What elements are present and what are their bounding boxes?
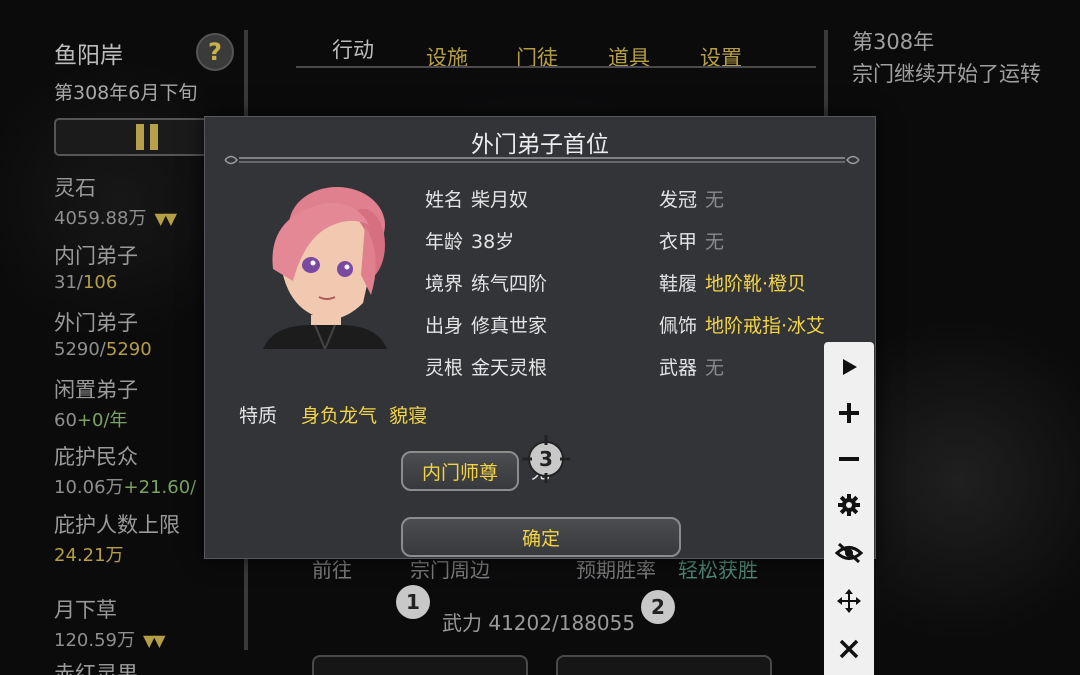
resource-idle-disciples: 闲置弟子 60+0/年 bbox=[54, 374, 138, 432]
marker-1: 1 bbox=[396, 585, 430, 619]
resource-label: 闲置弟子 bbox=[54, 378, 138, 402]
resource-value: 4059.88万 bbox=[54, 208, 147, 229]
move-icon[interactable] bbox=[824, 578, 874, 624]
equip-accessory[interactable]: 佩饰 地阶戒指·冰艾 bbox=[659, 311, 825, 338]
field-value: 练气四阶 bbox=[471, 273, 548, 295]
field-value: 柴月奴 bbox=[471, 189, 529, 211]
equip-shoes[interactable]: 鞋履 地阶靴·橙贝 bbox=[659, 269, 806, 296]
close-icon[interactable] bbox=[824, 626, 874, 672]
field-realm: 境界 练气四阶 bbox=[425, 269, 547, 296]
resource-value: 31/ bbox=[54, 272, 83, 293]
equip-headwear[interactable]: 发冠无 bbox=[659, 185, 724, 212]
equip-armor[interactable]: 衣甲无 bbox=[659, 227, 724, 254]
field-key: 境界 bbox=[425, 273, 464, 295]
resource-red-fruit: 赤红灵果 bbox=[54, 658, 138, 675]
confirm-button[interactable]: 确定 bbox=[401, 517, 681, 557]
field-key: 出身 bbox=[425, 315, 464, 337]
game-date: 第308年6月下旬 bbox=[54, 82, 198, 104]
resource-moon-grass: 月下草 120.59万 ▼▼ bbox=[54, 594, 166, 652]
formation-button[interactable] bbox=[312, 655, 528, 675]
auto-formation-button[interactable] bbox=[556, 655, 772, 675]
field-value: 地阶靴·橙贝 bbox=[705, 273, 807, 295]
eye-off-icon[interactable] bbox=[824, 530, 874, 576]
field-age: 年龄 38岁 bbox=[425, 227, 514, 254]
log-text: 宗门继续开始了运转 bbox=[852, 62, 1041, 86]
resource-label: 庇护民众 bbox=[54, 445, 138, 469]
field-value: 无 bbox=[705, 189, 725, 211]
resource-outer-disciples: 外门弟子 5290/5290 bbox=[54, 307, 152, 360]
field-value: 地阶戒指·冰艾 bbox=[705, 315, 826, 337]
minus-icon[interactable] bbox=[824, 436, 874, 482]
resource-rate: +0/年 bbox=[76, 410, 128, 431]
resource-max: 5290 bbox=[105, 339, 152, 360]
force-readout: 武力 41202/188055 bbox=[442, 611, 636, 635]
resource-rate: +21.60/ bbox=[123, 477, 197, 498]
resource-inner-disciples: 内门弟子 31/106 bbox=[54, 240, 138, 293]
ornamental-divider bbox=[224, 155, 860, 165]
field-key: 衣甲 bbox=[659, 231, 698, 253]
resource-label: 灵石 bbox=[54, 176, 96, 200]
resource-protection-cap: 庇护人数上限 24.21万 bbox=[54, 509, 180, 567]
main-tabs: 行动 设施 门徒 道具 设置 bbox=[300, 10, 820, 80]
field-value: 无 bbox=[705, 357, 725, 379]
field-key: 灵根 bbox=[425, 357, 464, 379]
field-value: 修真世家 bbox=[471, 315, 548, 337]
resource-label: 赤红灵果 bbox=[54, 662, 138, 675]
trait-value: 身负龙气 貌寝 bbox=[301, 405, 428, 427]
pause-icon bbox=[136, 124, 158, 150]
play-icon[interactable] bbox=[824, 344, 874, 390]
gear-icon[interactable] bbox=[824, 482, 874, 528]
resource-value: 24.21万 bbox=[54, 545, 124, 566]
location-name: 鱼阳岸 bbox=[54, 43, 123, 69]
character-portrait bbox=[263, 187, 387, 349]
field-key: 鞋履 bbox=[659, 273, 698, 295]
marker-2: 2 bbox=[641, 590, 675, 624]
resource-value: 60 bbox=[54, 410, 77, 431]
resource-value: 120.59万 bbox=[54, 630, 135, 651]
trait-label: 特质 bbox=[239, 405, 278, 427]
field-spirit-root: 灵根 金天灵根 bbox=[425, 353, 547, 380]
field-value: 38岁 bbox=[471, 231, 515, 253]
down-arrows-icon: ▼▼ bbox=[154, 209, 177, 228]
resource-value: 5290/ bbox=[54, 339, 106, 360]
field-key: 姓名 bbox=[425, 189, 464, 211]
marker-3-label: 3 bbox=[539, 447, 553, 471]
field-key: 发冠 bbox=[659, 189, 698, 211]
resource-value: 10.06万 bbox=[54, 477, 124, 498]
tab-action[interactable]: 行动 bbox=[332, 34, 374, 64]
resource-lingshi: 灵石 4059.88万 ▼▼ bbox=[54, 172, 177, 230]
help-button[interactable]: ? bbox=[196, 33, 234, 71]
field-value: 金天灵根 bbox=[471, 357, 548, 379]
field-key: 佩饰 bbox=[659, 315, 698, 337]
tabs-divider bbox=[296, 66, 816, 68]
plus-icon[interactable] bbox=[824, 390, 874, 436]
down-arrows-icon: ▼▼ bbox=[142, 631, 166, 650]
resource-protected-people: 庇护民众 10.06万+21.60/ bbox=[54, 441, 196, 499]
resource-label: 内门弟子 bbox=[54, 244, 138, 268]
field-origin: 出身 修真世家 bbox=[425, 311, 547, 338]
floating-toolbar bbox=[824, 342, 874, 675]
field-key: 年龄 bbox=[425, 231, 464, 253]
resource-label: 外门弟子 bbox=[54, 311, 138, 335]
inner-master-button[interactable]: 内门师尊 bbox=[401, 451, 519, 491]
log-year: 第308年 bbox=[852, 30, 935, 54]
resource-label: 月下草 bbox=[54, 598, 117, 622]
disciple-modal: 外门弟子首位 姓名 柴月奴 年龄 38岁 境界 练气四阶 出身 修真世家 灵根 金天灵根 … bbox=[204, 116, 876, 559]
resource-max: 106 bbox=[82, 272, 118, 293]
resource-label: 庇护人数上限 bbox=[54, 513, 180, 537]
equip-weapon[interactable]: 武器无 bbox=[659, 353, 724, 380]
field-name: 姓名 柴月奴 bbox=[425, 185, 528, 212]
field-key: 武器 bbox=[659, 357, 698, 379]
crosshair-marker-icon: 3 bbox=[522, 435, 570, 483]
field-value: 无 bbox=[705, 231, 725, 253]
